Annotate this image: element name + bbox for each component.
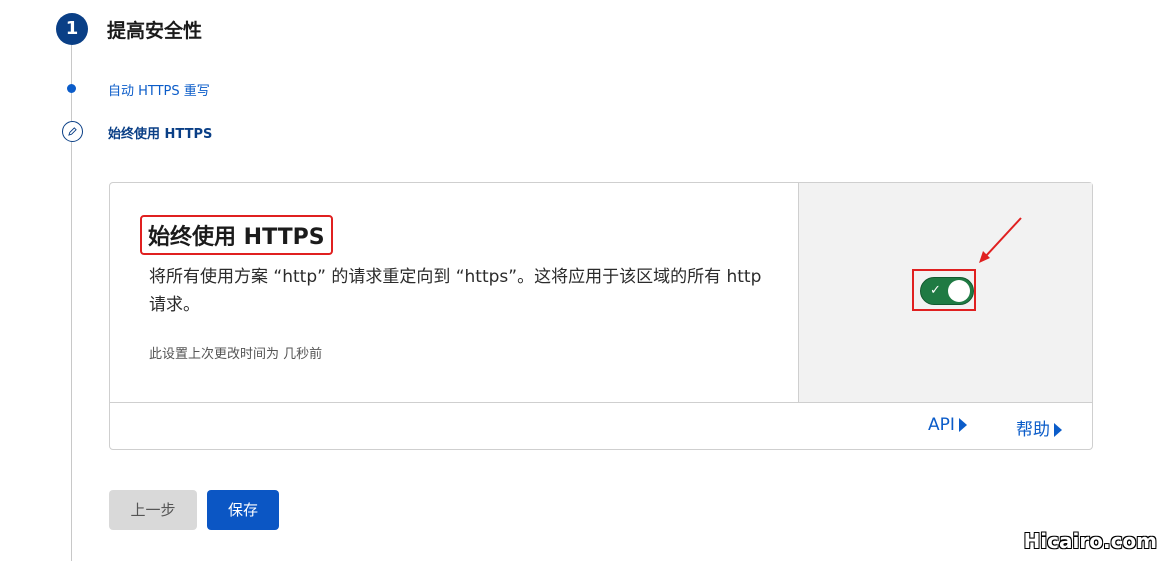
red-arrow-icon xyxy=(979,217,1022,263)
substep-dot-icon xyxy=(67,84,76,93)
toggle-highlight-frame: ✓ xyxy=(912,269,976,311)
step-number-badge: 1 xyxy=(56,13,88,45)
card-title: 始终使用 HTTPS xyxy=(140,215,333,255)
play-triangle-icon xyxy=(958,418,967,432)
watermark: Hicairo.com xyxy=(1023,529,1157,553)
card-description: 将所有使用方案 “http” 的请求重定向到 “https”。这将应用于该区域的… xyxy=(149,267,762,315)
api-link[interactable]: API xyxy=(928,415,967,435)
substep-always-use-https: 始终使用 HTTPS xyxy=(108,127,213,142)
always-https-toggle[interactable]: ✓ xyxy=(920,277,974,305)
setting-card: 始终使用 HTTPS 将所有使用方案 “http” 的请求重定向到 “https… xyxy=(109,182,1093,450)
toggle-knob xyxy=(948,280,970,302)
help-link[interactable]: 帮助 xyxy=(1016,415,1062,440)
check-icon: ✓ xyxy=(930,283,941,298)
card-main: 始终使用 HTTPS 将所有使用方案 “http” 的请求重定向到 “https… xyxy=(110,183,799,403)
card-toggle-panel: ✓ xyxy=(799,183,1092,403)
play-triangle-icon xyxy=(1054,423,1062,437)
edit-pencil-icon xyxy=(62,121,83,142)
save-button[interactable]: 保存 xyxy=(207,490,279,530)
last-changed-text: 此设置上次更改时间为 几秒前 xyxy=(149,347,323,362)
substep-auto-https-rewrite[interactable]: 自动 HTTPS 重写 xyxy=(108,80,210,99)
previous-step-button[interactable]: 上一步 xyxy=(109,490,197,530)
card-footer: API 帮助 xyxy=(110,403,1092,449)
step-title: 提高安全性 xyxy=(107,20,203,42)
